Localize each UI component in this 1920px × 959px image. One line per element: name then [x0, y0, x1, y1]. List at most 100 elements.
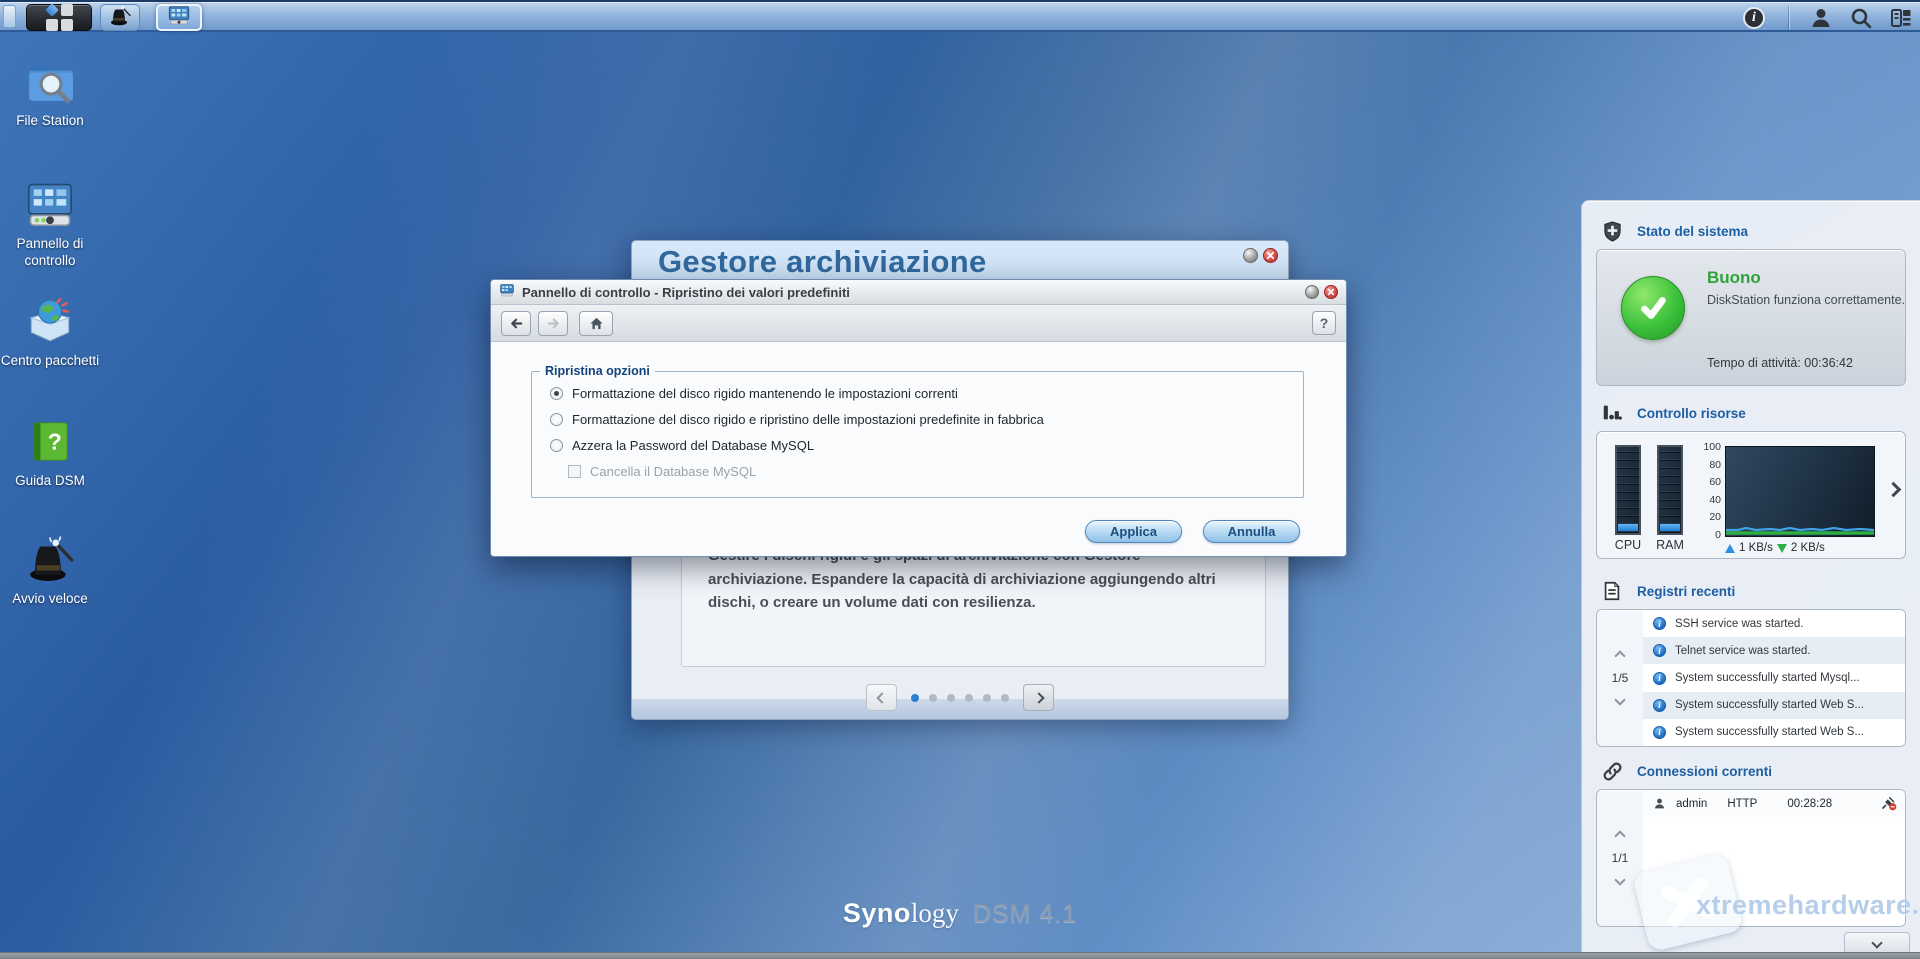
desktop-icon-quick-start[interactable]: Avvio veloce	[0, 533, 100, 608]
desktop-icon-dsm-help[interactable]: ? Guida DSM	[0, 415, 100, 490]
help-button[interactable]: ?	[1312, 311, 1336, 335]
widgets-sidebar: Stato del sistema Buono DiskStation funz…	[1581, 200, 1920, 959]
info-icon	[1653, 725, 1666, 739]
desktop-wallpaper: File Station Pannello di controllo Centr…	[0, 0, 1920, 959]
resource-monitor-heading: Controllo risorse	[1600, 401, 1746, 425]
page-up-button[interactable]	[1614, 650, 1626, 662]
forward-button[interactable]	[538, 310, 568, 336]
user-icon[interactable]	[1808, 5, 1834, 31]
log-row[interactable]: System successfully started Mysql...	[1643, 664, 1905, 692]
dialog-titlebar: Pannello di controllo - Ripristino dei v…	[491, 280, 1346, 305]
magician-hat-icon	[24, 533, 76, 585]
shield-icon	[1600, 219, 1624, 243]
page-down-button[interactable]	[1614, 694, 1626, 706]
main-menu-icon	[44, 3, 73, 31]
dialog-body: Ripristina opzioni Formattazione del dis…	[491, 342, 1346, 556]
desktop-icon-control-panel[interactable]: Pannello di controllo	[0, 178, 100, 270]
status-ok-icon	[1621, 276, 1685, 340]
carousel-dot[interactable]	[911, 693, 919, 702]
status-message: DiskStation funziona correttamente.	[1707, 293, 1906, 307]
carousel-dot[interactable]	[1001, 693, 1009, 702]
system-status-heading: Stato del sistema	[1600, 219, 1748, 243]
log-text: Telnet service was started.	[1675, 644, 1811, 657]
carousel-dot[interactable]	[983, 693, 991, 702]
widget-title: Registri recenti	[1637, 583, 1736, 599]
carousel-dot[interactable]	[965, 693, 973, 702]
group-label: Ripristina opzioni	[545, 364, 650, 378]
taskbar-divider	[1789, 5, 1790, 30]
sidebar-collapse-button[interactable]	[1844, 932, 1910, 954]
log-row[interactable]: System successfully started Web S...	[1643, 691, 1905, 719]
uptime-text: Tempo di attività: 00:36:42	[1707, 356, 1853, 370]
log-row[interactable]: Telnet service was started.	[1643, 637, 1905, 665]
checkbox-clear-mysql-database[interactable]: Cancella il Database MySQL	[568, 461, 1303, 482]
recent-logs-panel: 1/5 SSH service was started. Telnet serv…	[1596, 609, 1906, 747]
minimize-button[interactable]	[1305, 285, 1319, 299]
radio-icon[interactable]	[550, 413, 563, 426]
checkbox-icon[interactable]	[568, 465, 581, 478]
search-icon[interactable]	[1848, 5, 1874, 31]
dsm-help-icon: ?	[24, 415, 76, 467]
current-connections-heading: Connessioni correnti	[1600, 759, 1772, 783]
main-menu-button[interactable]	[26, 3, 92, 31]
widgets-panel-icon[interactable]	[1888, 5, 1914, 31]
screen-bottom-edge	[0, 952, 1920, 959]
info-icon	[1653, 671, 1666, 685]
log-row[interactable]: System successfully started Web S...	[1643, 718, 1905, 746]
download-arrow-icon	[1776, 543, 1787, 553]
connection-time: 00:28:28	[1787, 797, 1833, 810]
disconnect-icon[interactable]	[1880, 794, 1897, 814]
control-panel-taskbar-button[interactable]	[156, 4, 202, 31]
desktop-icon-label: Guida DSM	[15, 473, 85, 488]
desktop-icon-package-center[interactable]: Centro pacchetti	[0, 295, 100, 370]
svg-text:?: ?	[48, 429, 62, 455]
log-text: SSH service was started.	[1675, 617, 1804, 630]
radio-option-reset-mysql-password[interactable]: Azzera la Password del Database MySQL	[550, 435, 1303, 456]
restore-options-group: Ripristina opzioni Formattazione del dis…	[531, 364, 1304, 498]
apply-button[interactable]: Applica	[1085, 520, 1182, 543]
page-indicator: 1/1	[1611, 851, 1629, 865]
info-icon	[1653, 617, 1666, 631]
radio-option-factory-reset[interactable]: Formattazione del disco rigido e riprist…	[550, 409, 1303, 430]
connection-protocol: HTTP	[1727, 797, 1758, 810]
radio-label: Azzera la Password del Database MySQL	[572, 438, 815, 453]
radio-icon[interactable]	[550, 439, 563, 452]
radio-option-keep-settings[interactable]: Formattazione del disco rigido mantenend…	[550, 383, 1303, 404]
connection-row[interactable]: admin HTTP 00:28:28	[1643, 790, 1905, 817]
page-indicator: 1/5	[1611, 671, 1629, 685]
info-icon[interactable]	[1743, 6, 1765, 29]
desktop-icon-file-station[interactable]: File Station	[0, 55, 100, 130]
close-icon[interactable]	[1324, 285, 1338, 299]
log-text: System successfully started Web S...	[1675, 699, 1864, 712]
system-status-panel: Buono DiskStation funziona correttamente…	[1596, 249, 1906, 386]
user-icon	[1654, 798, 1665, 809]
storage-carousel-pager	[632, 684, 1288, 711]
carousel-next-button[interactable]	[1023, 684, 1054, 711]
show-desktop-button[interactable]	[3, 5, 16, 28]
radio-icon[interactable]	[550, 387, 563, 400]
cancel-button[interactable]: Annulla	[1203, 520, 1300, 543]
minimize-button[interactable]	[1243, 248, 1258, 263]
desktop-icon-label: Avvio veloce	[12, 591, 88, 606]
control-panel-icon	[24, 178, 76, 230]
page-down-button[interactable]	[1614, 874, 1626, 886]
ram-gauge	[1657, 445, 1683, 535]
upload-rate: 1 KB/s	[1739, 542, 1773, 554]
ram-label: RAM	[1656, 538, 1684, 552]
carousel-dot[interactable]	[947, 693, 955, 702]
close-icon[interactable]	[1263, 248, 1278, 263]
carousel-prev-button[interactable]	[866, 684, 897, 711]
package-center-icon	[24, 295, 76, 347]
page-up-button[interactable]	[1614, 830, 1626, 842]
upload-arrow-icon	[1725, 543, 1735, 553]
taskbar	[0, 0, 1920, 32]
home-button[interactable]	[579, 310, 613, 336]
resource-expand-button[interactable]	[1885, 481, 1902, 500]
info-icon	[1653, 698, 1666, 712]
back-button[interactable]	[501, 310, 531, 336]
log-row[interactable]: SSH service was started.	[1643, 610, 1905, 638]
carousel-dot[interactable]	[929, 693, 937, 702]
desktop-icon-label: Centro pacchetti	[0, 353, 100, 368]
recent-logs-heading: Registri recenti	[1600, 579, 1735, 603]
quick-launch-button[interactable]	[100, 4, 140, 31]
